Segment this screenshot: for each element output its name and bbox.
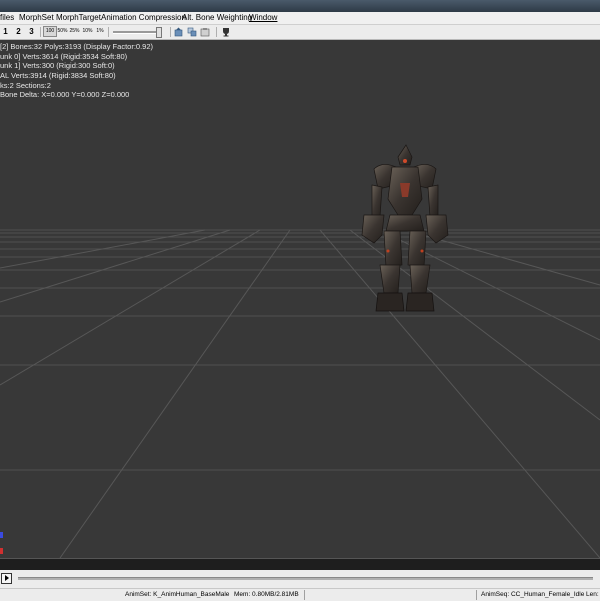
- play-button[interactable]: [1, 573, 12, 584]
- toolbar: 1 2 3 100 50% 25% 10% 1%: [0, 25, 600, 40]
- axis-indicator-x: [0, 548, 3, 554]
- robot-character-model: [361, 144, 449, 312]
- viewport-lower-strip: [0, 558, 600, 570]
- toolbar-separator: [108, 27, 109, 37]
- status-memory: Mem: 0.80MB/2.81MB: [234, 591, 299, 598]
- slider-thumb[interactable]: [156, 27, 162, 38]
- speed-100-button[interactable]: 100: [43, 26, 57, 37]
- lod-2-button[interactable]: 2: [13, 26, 24, 37]
- menu-item-window[interactable]: Window: [249, 12, 277, 24]
- lod-3-button[interactable]: 3: [26, 26, 37, 37]
- speed-1-button[interactable]: 1%: [95, 26, 105, 37]
- info-line-chunk-1: unk 1] Verts:300 (Rigid:300 Soft:0): [0, 61, 115, 71]
- toolbar-separator: [40, 27, 41, 37]
- copy-pose-icon[interactable]: [187, 27, 197, 37]
- status-separator: [476, 590, 477, 600]
- info-line-bones: [2] Bones:32 Polys:3193 (Display Factor:…: [0, 42, 153, 51]
- info-line-total-verts: AL Verts:3914 (Rigid:3834 Soft:80): [0, 71, 116, 81]
- menu-bar: files MorphSet MorphTarget Animation Com…: [0, 12, 600, 25]
- ground-grid: [0, 229, 600, 558]
- playback-bar: [0, 570, 600, 588]
- menu-item-morphtarget[interactable]: MorphTarget: [56, 12, 101, 24]
- trophy-icon[interactable]: [221, 27, 231, 37]
- menu-item-morphset[interactable]: MorphSet: [19, 12, 54, 24]
- status-bar: AnimSet: K_AnimHuman_BaseMale Mem: 0.80M…: [0, 588, 600, 601]
- status-length: Len:: [586, 591, 599, 598]
- info-line-bone-delta: Bone Delta: X=0.000 Y=0.000 Z=0.000: [0, 90, 130, 100]
- speed-25-button[interactable]: 25%: [69, 26, 80, 37]
- status-animset: AnimSet: K_AnimHuman_BaseMale: [125, 591, 230, 598]
- mesh-info-overlay: [2] Bones:32 Polys:3193 (Display Factor:…: [0, 42, 153, 100]
- speed-10-button[interactable]: 10%: [82, 26, 93, 37]
- axis-indicator-z: [0, 532, 3, 538]
- info-line-chunks-sections: ks:2 Sections:2: [0, 80, 51, 90]
- info-line-chunk-0: unk 0] Verts:3614 (Rigid:3534 Soft:80): [0, 51, 128, 61]
- toolbar-separator: [170, 27, 171, 37]
- status-animseq: AnimSeq: CC_Human_Female_Idle: [481, 591, 585, 598]
- timeline-scrubber[interactable]: [18, 577, 593, 580]
- toolbar-separator: [216, 27, 217, 37]
- menu-item-animation-compression[interactable]: Animation Compression: [101, 12, 186, 24]
- menu-item-files[interactable]: files: [0, 12, 14, 24]
- window-title-bar: [0, 0, 600, 12]
- paste-pose-icon[interactable]: [200, 27, 210, 37]
- bone-select-icon[interactable]: [174, 27, 184, 37]
- status-separator: [304, 590, 305, 600]
- lod-1-button[interactable]: 1: [0, 26, 11, 37]
- 3d-viewport[interactable]: [2] Bones:32 Polys:3193 (Display Factor:…: [0, 40, 600, 558]
- menu-item-alt-bone-weighting[interactable]: Alt. Bone Weighting: [182, 12, 252, 24]
- speed-50-button[interactable]: 50%: [57, 26, 68, 37]
- playback-speed-slider[interactable]: [113, 31, 159, 34]
